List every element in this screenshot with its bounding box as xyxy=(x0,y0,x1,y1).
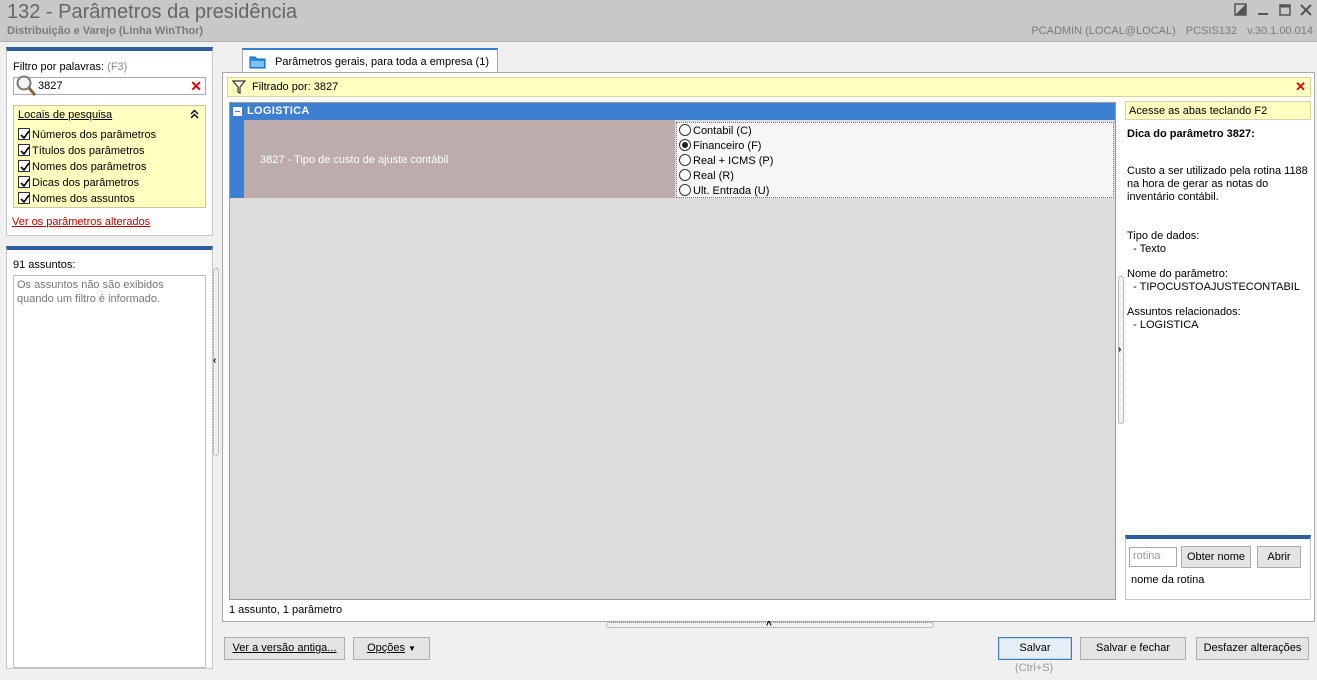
filter-bar-text: Filtrado por: 3827 xyxy=(252,81,339,93)
hint-subjects-value: - LOGISTICA xyxy=(1133,319,1199,331)
window-subtitle: Distribuição e Varejo (Linha WinThor) xyxy=(7,25,204,37)
subjects-list[interactable]: Os assuntos não são exibidos quando um f… xyxy=(13,275,206,668)
parameter-hint: Dica do parâmetro 3827: Custo a ser util… xyxy=(1127,128,1311,344)
options-button[interactable]: Opções ▼ xyxy=(353,637,430,660)
tab-label: Parâmetros gerais, para toda a empresa (… xyxy=(275,56,489,68)
search-locations-title[interactable]: Locais de pesquisa xyxy=(18,109,112,121)
hint-title: Dica do parâmetro 3827: xyxy=(1127,128,1255,140)
open-button[interactable]: Abrir xyxy=(1257,546,1301,568)
tab-general-parameters[interactable]: Parâmetros gerais, para toda a empresa (… xyxy=(242,48,498,73)
clear-icon[interactable]: ✕ xyxy=(190,79,202,93)
radio-selected[interactable] xyxy=(679,139,691,151)
hint-description: Custo a ser utilizado pela rotina 1188 n… xyxy=(1127,165,1308,203)
user-info: PCADMIN (LOCAL@LOCAL) PCSIS132 v.30.1.00.0… xyxy=(1021,25,1313,37)
checkbox-parameter-titles[interactable]: Títulos dos parâmetros xyxy=(18,144,145,157)
search-icon xyxy=(15,74,37,101)
checkbox[interactable] xyxy=(18,160,30,172)
checkbox-parameter-numbers[interactable]: Números dos parâmetros xyxy=(18,128,156,141)
radio[interactable] xyxy=(679,154,691,166)
grid-summary: 1 assunto, 1 parâmetro xyxy=(229,604,343,616)
radio[interactable] xyxy=(679,169,691,181)
collapse-group-icon[interactable] xyxy=(233,107,242,116)
module-code: PCSIS132 xyxy=(1185,25,1238,37)
group-name: LOGISTICA xyxy=(247,105,310,117)
radio[interactable] xyxy=(679,124,691,136)
folder-icon xyxy=(249,55,267,72)
collapse-icon[interactable] xyxy=(190,109,199,122)
user-name: PCADMIN (LOCAL@LOCAL) xyxy=(1031,25,1176,37)
chevron-down-icon: ▼ xyxy=(408,644,416,653)
tabs-tip: Acesse as abas teclando F2 xyxy=(1125,101,1311,120)
save-shortcut: (Ctrl+S) xyxy=(1015,662,1054,674)
version: v.30.1.00.014 xyxy=(1247,25,1313,37)
filter-shortcut: (F3) xyxy=(107,61,128,73)
search-locations: Locais de pesquisa Números dos parâmetro… xyxy=(13,105,206,208)
get-name-button[interactable]: Obter nome xyxy=(1181,546,1251,568)
checkbox-subject-names[interactable]: Nomes dos assuntos xyxy=(18,192,135,205)
hint-subjects-label: Assuntos relacionados: xyxy=(1127,306,1241,318)
maximize-icon[interactable] xyxy=(1277,2,1293,18)
close-icon[interactable] xyxy=(1298,2,1314,18)
save-close-button[interactable]: Salvar e fechar xyxy=(1080,637,1186,660)
old-version-button[interactable]: Ver a versão antiga... xyxy=(224,637,345,660)
subjects-count: 91 assuntos: xyxy=(13,259,76,271)
clear-filter-icon[interactable]: ✕ xyxy=(1295,79,1306,95)
checkbox[interactable] xyxy=(18,128,30,140)
routine-name: nome da rotina xyxy=(1131,574,1205,586)
subjects-message: Os assuntos não são exibidos quando um f… xyxy=(17,279,164,305)
parameter-options: Contabil (C) Financeiro (F) Real + ICMS … xyxy=(676,122,1114,198)
checkbox[interactable] xyxy=(18,176,30,188)
parameter-title: 3827 - Tipo de custo de ajuste contábil xyxy=(260,154,449,166)
routine-input[interactable]: rotina xyxy=(1129,547,1177,567)
filter-panel: Filtro por palavras: (F3) 3827 ✕ Locais … xyxy=(6,47,213,236)
changed-parameters-link[interactable]: Ver os parâmetros alterados xyxy=(12,216,150,228)
option-real-icms[interactable]: Real + ICMS (P) xyxy=(679,154,773,167)
undo-changes-button[interactable]: Desfazer alterações xyxy=(1196,637,1309,660)
save-button[interactable]: Salvar xyxy=(998,637,1072,660)
main-content: Filtrado por: 3827 ✕ LOGISTICA 3827 - Ti… xyxy=(222,72,1315,622)
option-financeiro[interactable]: Financeiro (F) xyxy=(679,139,761,152)
hint-type-label: Tipo de dados: xyxy=(1127,230,1200,242)
hint-type-value: - Texto xyxy=(1133,243,1166,255)
group-header[interactable]: LOGISTICA xyxy=(230,103,1115,120)
checkbox[interactable] xyxy=(18,144,30,156)
filter-bar: Filtrado por: 3827 ✕ xyxy=(227,77,1311,97)
row-indicator xyxy=(230,120,244,198)
hint-name-label: Nome do parâmetro: xyxy=(1127,268,1228,280)
subjects-panel: 91 assuntos: Os assuntos não são exibido… xyxy=(6,246,213,669)
filter-label: Filtro por palavras: (F3) xyxy=(13,61,128,73)
option-ult-entrada[interactable]: Ult. Entrada (U) xyxy=(679,184,769,197)
minimize-icon[interactable] xyxy=(1255,2,1271,18)
chevron-right-icon[interactable]: › xyxy=(1118,345,1121,355)
parameter-title-cell[interactable]: 3827 - Tipo de custo de ajuste contábil xyxy=(244,120,675,198)
option-contabil[interactable]: Contabil (C) xyxy=(679,124,752,137)
window-title: 132 - Parâmetros da presidência xyxy=(7,1,298,23)
checkbox-parameter-hints[interactable]: Dicas dos parâmetros xyxy=(18,176,139,189)
checkbox-parameter-names[interactable]: Nomes dos parâmetros xyxy=(18,160,146,173)
search-value: 3827 xyxy=(38,80,63,92)
restore-icon[interactable] xyxy=(1233,2,1249,18)
chevron-up-icon[interactable]: ^ xyxy=(766,621,772,631)
option-real[interactable]: Real (R) xyxy=(679,169,734,182)
title-bar: 132 - Parâmetros da presidência Distribu… xyxy=(0,0,1317,42)
parameters-grid: LOGISTICA 3827 - Tipo de custo de ajuste… xyxy=(229,102,1116,600)
radio[interactable] xyxy=(679,184,691,196)
chevron-left-icon[interactable]: ‹ xyxy=(213,356,216,366)
hint-name-value: - TIPOCUSTOAJUSTECONTABIL xyxy=(1133,281,1300,293)
routine-panel: rotina Obter nome Abrir nome da rotina xyxy=(1125,535,1311,600)
checkbox[interactable] xyxy=(18,192,30,204)
search-input[interactable]: 3827 ✕ xyxy=(13,75,206,96)
filter-icon xyxy=(231,80,247,97)
